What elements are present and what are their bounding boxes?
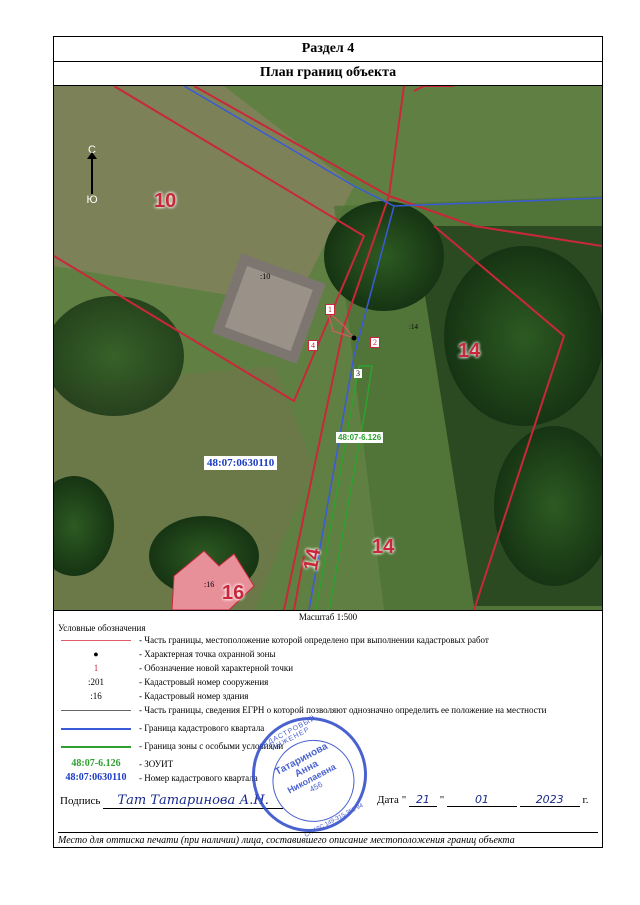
legend-egrn-line-symbol bbox=[58, 703, 134, 717]
parcel-label: 10 bbox=[154, 190, 177, 212]
building-number: :14 bbox=[409, 323, 418, 331]
map-view: С Ю 10 14 14 14 16 :10 :16 :14 1 2 3 4 4… bbox=[54, 86, 602, 610]
aerial-map bbox=[54, 86, 602, 610]
point-number: 1 bbox=[325, 304, 335, 315]
compass: С Ю bbox=[82, 144, 102, 206]
legend-quarter-symbol: 48:07:0630110 bbox=[65, 772, 127, 783]
legend-survey-line-symbol bbox=[58, 633, 134, 647]
map-scale: Масштаб 1:500 bbox=[54, 610, 602, 623]
point-number: 2 bbox=[370, 337, 380, 348]
legend-zone-line-symbol bbox=[58, 739, 134, 753]
legend-text: - ЗОУИТ bbox=[139, 759, 174, 769]
parcel-label: 16 bbox=[222, 582, 245, 604]
quarter-label: 48:07:0630110 bbox=[204, 456, 278, 470]
legend-text: - Часть границы, сведения ЕГРН о которой… bbox=[139, 705, 547, 715]
point-number: 3 bbox=[354, 369, 362, 378]
legend-title: Условные обозначения bbox=[58, 623, 146, 633]
legend-item: ● - Характерная точка охранной зоны bbox=[54, 647, 602, 661]
legend-text: - Граница кадастрового квартала bbox=[139, 723, 265, 733]
legend-quarter-line-symbol bbox=[58, 721, 134, 735]
parcel-label: 14 bbox=[372, 536, 395, 558]
point-number: 4 bbox=[308, 340, 318, 351]
date-year-suffix: г. bbox=[582, 794, 589, 806]
legend-text: - Обозначение новой характерной точки bbox=[139, 663, 294, 673]
legend-text: - Характерная точка охранной зоны bbox=[139, 649, 276, 659]
legend-point-symbol: ● bbox=[93, 649, 99, 659]
zone-label: 48:07-6.126 bbox=[336, 432, 384, 443]
signature-block: Подпись Тат Татаринова А.Н. bbox=[60, 793, 284, 809]
legend-item: :201 - Кадастровый номер сооружения bbox=[54, 675, 602, 689]
legend-zone-symbol: 48:07-6.126 bbox=[71, 758, 121, 769]
date-month: 01 bbox=[446, 793, 517, 807]
legend-text: - Кадастровый номер сооружения bbox=[139, 677, 269, 687]
building-number: :16 bbox=[204, 580, 215, 589]
signature-label: Подпись bbox=[60, 795, 101, 807]
legend-item: 1 - Обозначение новой характерной точки bbox=[54, 661, 602, 675]
legend-item: - Часть границы, местоположение которой … bbox=[54, 633, 602, 647]
compass-arrow-icon bbox=[87, 152, 97, 194]
legend-new-point-symbol: 1 bbox=[93, 663, 99, 673]
compass-south-label: Ю bbox=[86, 194, 98, 206]
building-number: :10 bbox=[260, 272, 271, 281]
date-day: 21 bbox=[408, 793, 437, 807]
legend-text: - Часть границы, местоположение которой … bbox=[139, 635, 489, 645]
parcel-label: 14 bbox=[458, 340, 481, 362]
legend-item: :16 - Кадастровый номер здания bbox=[54, 689, 602, 703]
section-title: Раздел 4 bbox=[54, 37, 602, 62]
plan-title: План границ объекта bbox=[54, 61, 602, 86]
date-block: Дата " 21 " 01 2023 г. bbox=[377, 793, 589, 807]
legend-structure-symbol: :201 bbox=[87, 677, 104, 687]
legend-text: - Кадастровый номер здания bbox=[139, 691, 249, 701]
legend-building-symbol: :16 bbox=[90, 691, 102, 701]
legend-text: - Номер кадастрового квартала bbox=[139, 773, 258, 783]
parcel-label: 14 bbox=[299, 546, 326, 573]
date-year: 2023 bbox=[519, 793, 580, 807]
document-frame: Раздел 4 План границ объекта С Ю 10 14 1… bbox=[53, 36, 603, 853]
footer-note: Место для оттиска печати (при наличии) л… bbox=[58, 832, 598, 846]
